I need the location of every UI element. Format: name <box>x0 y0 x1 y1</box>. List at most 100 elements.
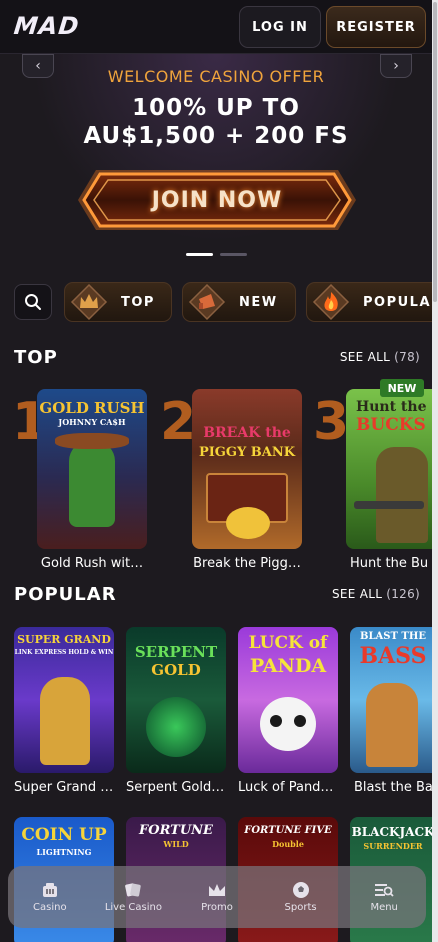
game-art-title: COIN UP <box>21 825 107 845</box>
category-new-label: NEW <box>239 294 278 310</box>
search-button[interactable] <box>14 284 52 320</box>
casino-app: MAD LOG IN REGISTER ‹ › WELCOME CASINO O… <box>0 0 432 942</box>
category-popular-chip[interactable]: POPULAR <box>306 282 432 322</box>
nav-promo[interactable]: Promo <box>175 866 259 928</box>
nav-promo-label: Promo <box>201 902 233 913</box>
game-tile-gold-rush[interactable]: GOLD RUSH JOHNNY CA$H <box>37 389 147 549</box>
rank-number: 3 <box>313 392 350 452</box>
offer-subtitle: WELCOME CASINO OFFER <box>107 67 325 86</box>
nav-menu[interactable]: Menu <box>342 866 426 928</box>
game-title: Blast the Ba <box>354 780 432 795</box>
nav-menu-label: Menu <box>370 902 398 913</box>
gold-piggy-image <box>226 507 270 539</box>
promo-banner: ‹ › WELCOME CASINO OFFER 100% UP TO AU$1… <box>0 54 432 274</box>
panda-image <box>260 697 316 751</box>
nav-live-casino[interactable]: Live Casino <box>92 866 176 928</box>
cards-icon <box>122 881 144 899</box>
game-title: Serpent Gold… <box>126 780 225 795</box>
game-title: Luck of Pand… <box>238 780 334 795</box>
fisherman-image <box>366 683 418 767</box>
crown-icon <box>69 282 109 322</box>
offer-headline-line2: AU$1,500 + 200 FS <box>83 123 349 149</box>
offer-headline-line1: 100% UP TO <box>132 95 300 121</box>
nav-casino[interactable]: Casino <box>8 866 92 928</box>
page-scrollbar[interactable] <box>432 0 438 942</box>
crown-icon <box>206 881 228 899</box>
game-tile-break-the-piggy-bank[interactable]: BREAK the PIGGY BANK <box>192 389 302 549</box>
top-see-all-link[interactable]: SEE ALL (78) <box>340 350 420 364</box>
game-art-title: SERPENT <box>134 643 218 661</box>
game-art-title: Hunt the <box>356 399 427 415</box>
game-art-subtitle: LIGHTNING <box>36 847 92 857</box>
game-art-subtitle: PIGGY BANK <box>198 445 296 460</box>
join-now-label: JOIN NOW <box>151 187 283 213</box>
slide-indicators <box>186 253 247 256</box>
popular-see-all-link[interactable]: SEE ALL (126) <box>332 587 420 601</box>
menu-icon <box>373 881 395 899</box>
character-image <box>40 677 90 765</box>
game-art-subtitle: PANDA <box>249 655 327 677</box>
join-now-button[interactable]: JOIN NOW <box>76 166 358 234</box>
panda-eye-image <box>294 715 306 727</box>
popular-count: (126) <box>386 587 420 601</box>
nav-casino-label: Casino <box>33 902 67 913</box>
register-button[interactable]: REGISTER <box>326 6 426 48</box>
bottom-navigation: Casino Live Casino Promo Sports Menu <box>8 866 426 928</box>
nav-sports-label: Sports <box>284 902 317 913</box>
game-tile-blast-the-bass[interactable]: BLAST THE BASS <box>350 627 432 773</box>
game-title: Hunt the Bu <box>350 556 429 571</box>
game-art-subtitle: JOHNNY CA$H <box>58 417 126 427</box>
game-tile-hunt-the-bucks[interactable]: Hunt the BUCKS <box>346 389 432 549</box>
category-popular-label: POPULAR <box>363 294 432 310</box>
game-art-title: BLACKJACK <box>351 825 432 839</box>
top-see-all-label: SEE ALL <box>339 350 391 364</box>
ball-icon <box>290 881 312 899</box>
game-art-subtitle: SURRENDER <box>363 841 423 851</box>
serpent-image <box>146 697 206 757</box>
fire-icon <box>311 282 351 322</box>
top-count: (78) <box>394 350 420 364</box>
category-top-label: TOP <box>121 294 155 310</box>
game-tile-serpent-gold[interactable]: SERPENT GOLD <box>126 627 226 773</box>
game-title: Break the Pigg… <box>193 556 301 571</box>
game-art-subtitle: GOLD <box>151 661 201 679</box>
popular-see-all-label: SEE ALL <box>331 587 383 601</box>
casino-icon <box>39 881 61 899</box>
scrollbar-thumb[interactable] <box>433 2 437 302</box>
category-new-chip[interactable]: NEW <box>182 282 296 322</box>
panda-eye-image <box>270 715 282 727</box>
hunter-character-image <box>376 447 428 543</box>
game-art-subtitle: BUCKS <box>356 415 426 435</box>
game-tile-luck-of-panda[interactable]: LUCK of PANDA <box>238 627 338 773</box>
nav-live-casino-label: Live Casino <box>104 902 162 913</box>
nav-sports[interactable]: Sports <box>259 866 343 928</box>
game-title: Super Grand … <box>14 780 114 795</box>
game-art-subtitle: WILD <box>163 839 189 849</box>
game-art-title: BLAST THE <box>360 631 426 642</box>
slide-dot-1[interactable] <box>186 253 213 256</box>
cowboy-hat-image <box>55 433 129 449</box>
game-art-title: FORTUNE FIVE <box>244 825 332 836</box>
login-button[interactable]: LOG IN <box>239 6 321 48</box>
game-art-title: SUPER GRAND <box>17 633 111 646</box>
shotgun-image <box>354 501 424 509</box>
site-logo[interactable]: MAD <box>13 12 81 40</box>
game-title: Gold Rush wit… <box>40 556 144 571</box>
game-art-title: FORTUNE <box>139 823 213 838</box>
cactus-character-image <box>69 441 115 527</box>
rank-number: 2 <box>160 392 197 452</box>
slide-dot-2[interactable] <box>220 253 247 256</box>
game-art-title: LUCK of <box>248 633 328 653</box>
game-art-subtitle: BASS <box>359 643 427 669</box>
offer-headline: 100% UP TO AU$1,500 + 200 FS <box>0 94 432 150</box>
top-bar: MAD LOG IN REGISTER <box>0 0 432 54</box>
top-section-title: TOP <box>14 347 58 368</box>
megaphone-icon <box>187 282 227 322</box>
game-art-title: BREAK the <box>203 425 291 441</box>
game-art-subtitle: Double <box>272 839 304 849</box>
game-tile-super-grand[interactable]: SUPER GRAND LINK EXPRESS HOLD & WIN <box>14 627 114 773</box>
popular-section-title: POPULAR <box>14 584 117 605</box>
new-badge: NEW <box>380 379 424 397</box>
search-icon <box>25 294 41 310</box>
category-top-chip[interactable]: TOP <box>64 282 172 322</box>
